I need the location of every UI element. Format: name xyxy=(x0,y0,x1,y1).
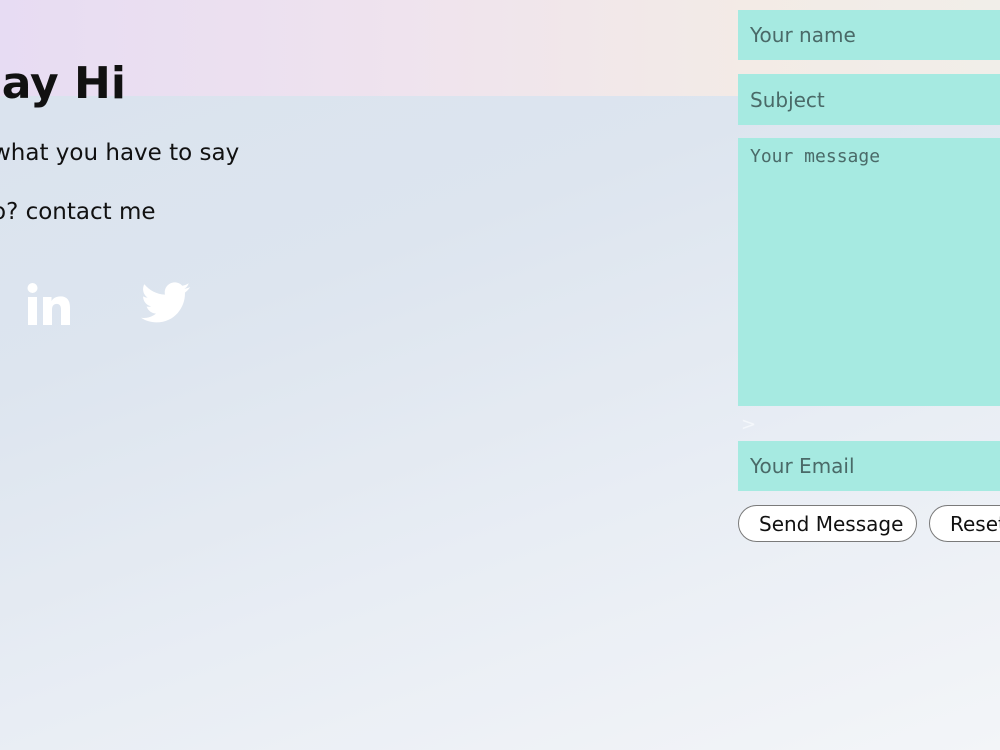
page-heading: Say Hi xyxy=(0,58,126,109)
linkedin-icon-glyph xyxy=(27,283,70,325)
intro-line-2: o? contact me xyxy=(0,199,156,225)
message-field[interactable] xyxy=(738,138,1000,406)
stray-glyph: > xyxy=(741,414,757,435)
send-message-button[interactable]: Send Message xyxy=(738,505,917,542)
twitter-icon-glyph xyxy=(141,282,191,323)
reset-button[interactable]: Reset xyxy=(929,505,1000,542)
subject-field[interactable] xyxy=(738,74,1000,125)
name-field[interactable] xyxy=(738,10,1000,60)
twitter-icon[interactable] xyxy=(141,280,191,330)
linkedin-icon[interactable] xyxy=(25,280,73,332)
contact-form: > Send Message Reset xyxy=(738,0,1000,560)
intro-line-1: what you have to say xyxy=(0,140,240,166)
email-field[interactable] xyxy=(738,441,1000,491)
